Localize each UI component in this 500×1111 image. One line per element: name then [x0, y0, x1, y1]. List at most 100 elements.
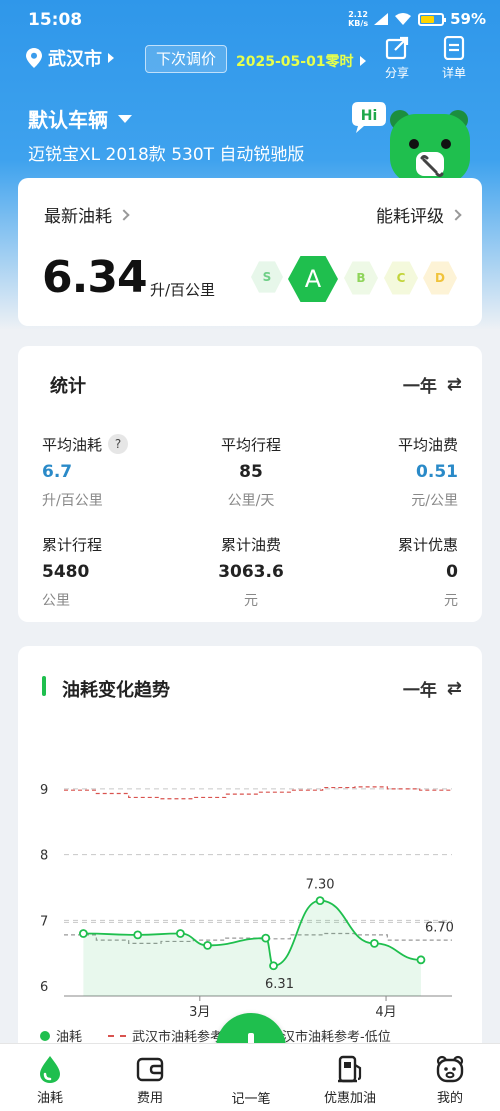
- avg-distance-value: 85: [239, 462, 263, 482]
- bear-face-icon: [436, 1055, 464, 1083]
- statistics-card: 统计 一年 ⇄ 平均油耗? 6.7 升/百公里 平均行程 85 公里/天 平均油…: [18, 346, 482, 622]
- total-distance-value: 5480: [42, 562, 90, 582]
- share-label: 分享: [384, 66, 409, 80]
- avg-cost-value: 0.51: [416, 462, 458, 482]
- battery-icon: [418, 12, 447, 26]
- status-time: 15:08: [28, 10, 83, 30]
- data-point: [133, 930, 143, 940]
- data-point: [203, 940, 212, 950]
- avg-distance-stat: 平均行程 85 公里/天: [186, 434, 316, 510]
- data-label: 7.30: [306, 878, 335, 893]
- latest-consumption-link[interactable]: 最新油耗: [44, 202, 130, 227]
- status-icons: 2.12 KB/s 59%: [348, 10, 486, 28]
- city-selector[interactable]: 武汉市: [26, 45, 114, 71]
- nav-profile[interactable]: 我的: [415, 1054, 485, 1106]
- avg-cost-unit: 元/公里: [411, 493, 458, 509]
- grade-d-badge: D: [423, 261, 457, 295]
- trend-title: 油耗变化趋势: [62, 680, 170, 701]
- y-tick-label: 6: [40, 980, 48, 995]
- total-discount-unit: 元: [444, 593, 458, 609]
- y-tick-label: 8: [40, 849, 48, 864]
- nav-discount-fuel[interactable]: 优惠加油: [315, 1054, 385, 1106]
- share-icon: [385, 36, 409, 60]
- detail-button[interactable]: 详单: [434, 36, 474, 81]
- add-record-label: 记一笔: [231, 1092, 271, 1107]
- detail-label: 详单: [441, 66, 466, 80]
- swap-icon: ⇄: [446, 678, 462, 699]
- total-discount-value: 0: [446, 562, 458, 582]
- trend-period-toggle[interactable]: 一年 ⇄: [402, 676, 462, 701]
- caret-down-icon: [118, 114, 132, 123]
- y-tick-label: 7: [40, 914, 48, 929]
- nav-expenses[interactable]: 费用: [115, 1054, 185, 1106]
- data-point: [369, 938, 379, 948]
- status-bar: 15:08 2.12 KB/s 59%: [28, 8, 486, 32]
- data-point: [261, 933, 271, 943]
- latest-consumption-unit: 升/百公里: [150, 281, 216, 299]
- x-tick-label: 3月: [189, 1005, 210, 1020]
- data-point: [79, 929, 88, 938]
- share-button[interactable]: 分享: [377, 36, 417, 81]
- wifi-icon: [395, 13, 412, 25]
- x-tick-label: 4月: [375, 1005, 396, 1020]
- consumption-trend-chart[interactable]: 6 7 8 9 3月 4月 7.30 6.31 6.70: [18, 646, 482, 1046]
- statistics-period-toggle[interactable]: 一年 ⇄: [402, 372, 462, 397]
- data-label: 6.70: [425, 921, 454, 936]
- total-cost-value: 3063.6: [218, 562, 284, 582]
- grade-c-badge: C: [384, 261, 418, 295]
- price-adjust-badge[interactable]: 下次调价: [145, 45, 228, 73]
- period-label: 一年: [402, 681, 437, 701]
- chevron-right-icon: [118, 208, 130, 221]
- latest-consumption-value: 6.34: [42, 252, 148, 303]
- latest-consumption-title: 最新油耗: [44, 207, 112, 227]
- vehicle-model: 迈锐宝XL 2018款 530T 自动锐驰版: [28, 145, 305, 165]
- avg-cost-stat: 平均油费 0.51 元/公里: [328, 434, 458, 510]
- avg-consumption-unit: 升/百公里: [42, 493, 103, 509]
- total-cost-unit: 元: [244, 593, 258, 609]
- data-point: [269, 961, 278, 971]
- energy-rating-title: 能耗评级: [376, 207, 444, 227]
- consumption-trend-card: 6 7 8 9 3月 4月 7.30 6.31 6.70 油耗变化趋势 一年 ⇄ 油耗 武汉市油…: [18, 646, 482, 1066]
- total-cost-stat: 累计油费 3063.6 元: [186, 534, 316, 610]
- avg-consumption-stat: 平均油耗? 6.7 升/百公里: [42, 434, 172, 510]
- fuel-drop-icon: [40, 1056, 60, 1083]
- help-icon[interactable]: ?: [108, 434, 129, 454]
- latest-consumption-card: 最新油耗 能耗评级 6.34 升/百公里 S A B C D: [18, 178, 482, 326]
- data-label: 6.31: [265, 977, 294, 992]
- vehicle-name: 默认车辆: [28, 108, 108, 132]
- caret-right-icon: [359, 56, 366, 66]
- avg-consumption-value: 6.7: [42, 462, 73, 482]
- svg-text:Hi: Hi: [361, 108, 378, 124]
- signal-icon: [374, 13, 389, 25]
- wallet-icon: [136, 1057, 164, 1082]
- legend-consumption-marker: [40, 1030, 50, 1041]
- legend-reference-marker: [108, 1034, 127, 1037]
- total-distance-stat: 累计行程 5480 公里: [42, 534, 172, 610]
- energy-rating-link[interactable]: 能耗评级: [376, 202, 462, 227]
- list-document-icon: [443, 36, 465, 60]
- battery-percent: 59%: [450, 10, 486, 28]
- nav-fuel-consumption[interactable]: 油耗: [15, 1054, 85, 1106]
- bear-mascot-icon: Hi: [352, 102, 470, 182]
- section-marker: [42, 676, 46, 696]
- period-label: 一年: [402, 377, 437, 397]
- consumption-area: [83, 900, 421, 996]
- location-pin-icon: [26, 48, 42, 68]
- total-distance-unit: 公里: [42, 593, 70, 609]
- y-tick-label: 9: [40, 783, 48, 798]
- statistics-title: 统计: [50, 376, 86, 397]
- fuel-pump-icon: [338, 1055, 362, 1083]
- city-label: 武汉市: [48, 49, 102, 70]
- price-adjust-date[interactable]: 2025-05-01零时: [236, 51, 366, 71]
- net-speed: 2.12 KB/s: [348, 10, 369, 28]
- data-point: [175, 929, 185, 938]
- grade-s-badge: S: [251, 261, 283, 293]
- data-point: [315, 896, 325, 906]
- avg-distance-unit: 公里/天: [227, 493, 275, 509]
- total-discount-stat: 累计优惠 0 元: [328, 534, 458, 610]
- swap-icon: ⇄: [446, 374, 462, 395]
- data-point: [416, 955, 426, 965]
- grade-b-badge: B: [344, 261, 378, 295]
- vehicle-selector[interactable]: 默认车辆: [28, 104, 132, 133]
- chevron-right-icon: [450, 208, 462, 221]
